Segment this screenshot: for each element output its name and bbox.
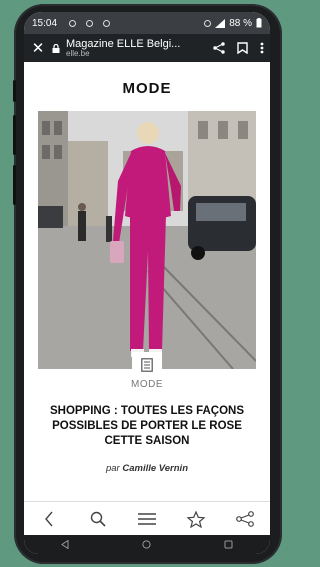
status-time: 15:04 bbox=[32, 17, 58, 29]
hamburger-icon[interactable] bbox=[132, 507, 162, 531]
status-right: 88 % bbox=[204, 18, 262, 29]
status-notification-icons bbox=[69, 19, 204, 27]
browser-toolbar: ✕ Magazine ELLE Belgi... elle.be bbox=[24, 34, 270, 62]
notification-icon bbox=[86, 19, 94, 27]
author-name[interactable]: Camille Vernin bbox=[122, 463, 188, 474]
signal-icon bbox=[215, 18, 226, 28]
share-icon[interactable] bbox=[213, 42, 225, 54]
phone-side-button bbox=[13, 115, 16, 155]
battery-icon bbox=[256, 18, 262, 28]
bookmark-icon[interactable] bbox=[237, 42, 248, 54]
status-bar: 15:04 88 % bbox=[24, 12, 270, 34]
sync-icon bbox=[204, 19, 212, 27]
circle-home-icon[interactable] bbox=[142, 540, 151, 549]
article-hero-image[interactable] bbox=[38, 111, 256, 369]
battery-percent: 88 % bbox=[229, 17, 252, 29]
lock-icon bbox=[52, 43, 60, 53]
notification-icon bbox=[103, 19, 111, 27]
url-field[interactable]: Magazine ELLE Belgi... elle.be bbox=[66, 38, 207, 59]
triangle-back-icon[interactable] bbox=[60, 540, 69, 549]
article-byline: par Camille Vernin bbox=[24, 463, 270, 474]
phone-side-button bbox=[13, 80, 16, 102]
system-nav-bar bbox=[24, 535, 270, 554]
section-title: MODE bbox=[122, 80, 172, 97]
article-category[interactable]: MODE bbox=[24, 379, 270, 390]
site-bottom-nav bbox=[24, 501, 270, 536]
article-headline[interactable]: SHOPPING : TOUTES LES FAÇONS POSSIBLES D… bbox=[24, 390, 270, 449]
browser-actions bbox=[213, 42, 264, 54]
byline-prefix: par bbox=[105, 463, 120, 474]
search-icon[interactable] bbox=[83, 507, 113, 531]
more-vert-icon[interactable] bbox=[260, 42, 264, 54]
page-domain: elle.be bbox=[66, 48, 90, 58]
chevron-left-icon[interactable] bbox=[34, 507, 64, 531]
notification-icon bbox=[69, 19, 77, 27]
square-recents-icon[interactable] bbox=[224, 540, 233, 549]
article-icon bbox=[132, 352, 162, 372]
phone-side-button bbox=[13, 165, 16, 205]
close-icon[interactable]: ✕ bbox=[30, 39, 46, 57]
share-icon[interactable] bbox=[230, 507, 260, 531]
page-title-text: Magazine ELLE Belgi... bbox=[66, 37, 181, 50]
phone-screen: 15:04 88 % ✕ Magazine ELLE Belgi... elle… bbox=[24, 12, 270, 554]
star-icon[interactable] bbox=[181, 507, 211, 531]
